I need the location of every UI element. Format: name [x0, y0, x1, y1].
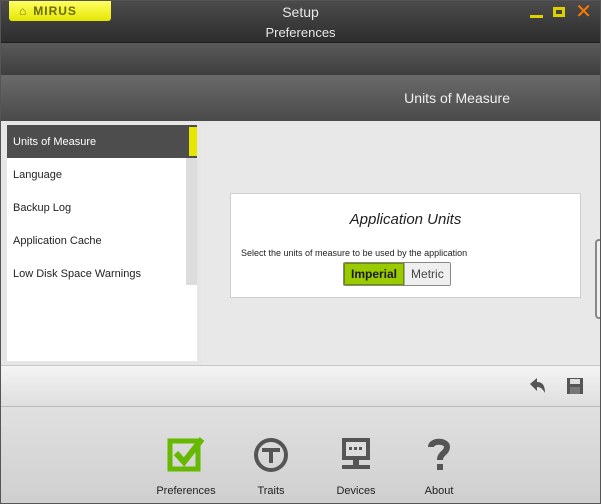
nav-item-label: Application Cache [13, 234, 102, 247]
nav-item-units-of-measure[interactable]: Units of Measure [7, 125, 197, 158]
dock-about[interactable]: About [399, 435, 479, 497]
dock-traits[interactable]: Traits [231, 435, 311, 497]
preferences-check-icon [167, 437, 205, 472]
nav-item-label: Units of Measure [13, 135, 97, 148]
window-controls: ✕ [530, 2, 592, 22]
dock-label: Preferences [156, 485, 216, 497]
metric-option[interactable]: Metric [404, 263, 450, 285]
card-title: Application Units [349, 211, 462, 228]
nav-scrollbar[interactable] [186, 158, 197, 285]
minimize-icon[interactable] [530, 14, 544, 18]
dock-label: Devices [336, 485, 376, 497]
nav-item-language[interactable]: Language [7, 158, 197, 191]
application-units-card: Application Units Select the units of me… [230, 193, 581, 298]
preferences-nav: Units of Measure Language Backup Log App… [7, 125, 197, 285]
dock-devices[interactable]: Devices [316, 435, 396, 497]
dock-label: About [424, 485, 454, 497]
imperial-option[interactable]: Imperial [344, 263, 405, 285]
nav-item-label: Low Disk Space Warnings [13, 267, 141, 280]
bottom-dock: Preferences Traits Devices About [1, 407, 600, 503]
section-title: Units of Measure [404, 90, 510, 106]
title-bar: ⌂ MIRUS Setup ✕ Preferences [1, 1, 600, 43]
nav-empty-area [7, 285, 197, 361]
dock-preferences[interactable]: Preferences [146, 435, 226, 497]
dock-label: Traits [257, 485, 285, 497]
maximize-icon[interactable] [553, 7, 566, 17]
header-band [1, 43, 600, 75]
window-subtitle: Preferences [265, 25, 336, 40]
save-icon[interactable] [566, 377, 584, 395]
window-title: Setup [282, 4, 319, 20]
nav-item-application-cache[interactable]: Application Cache [7, 224, 197, 257]
close-icon[interactable]: ✕ [575, 2, 592, 22]
nav-item-backup-log[interactable]: Backup Log [7, 191, 197, 224]
traits-t-icon [254, 438, 288, 472]
section-header: Units of Measure [1, 75, 600, 121]
about-question-icon [428, 438, 451, 470]
setup-window: ⌂ MIRUS Setup ✕ Preferences Units of Mea… [0, 0, 601, 504]
side-panel-tab[interactable] [595, 239, 600, 319]
action-bar [1, 365, 600, 407]
devices-monitor-icon [342, 438, 370, 469]
units-toggle: Imperial Metric [343, 262, 451, 286]
nav-item-label: Backup Log [13, 201, 72, 214]
card-description: Select the units of measure to be used b… [241, 248, 468, 258]
undo-icon[interactable] [527, 376, 547, 396]
nav-item-label: Language [13, 168, 62, 181]
